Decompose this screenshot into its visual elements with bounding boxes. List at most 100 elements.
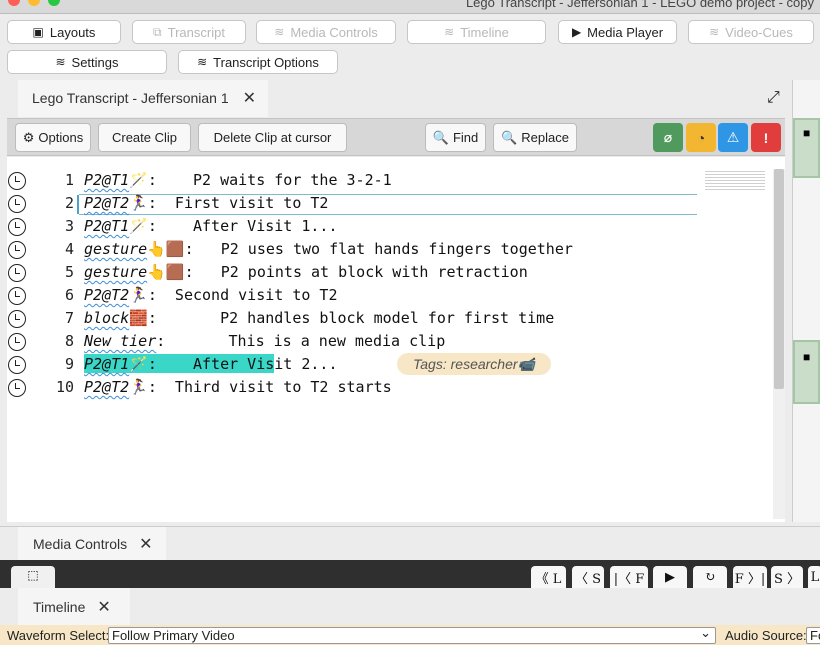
utterance-text: : First visit to T2 xyxy=(147,194,329,212)
transcript-line[interactable]: P2@T1🪄: P2 waits for the 3-2-1 xyxy=(84,171,392,189)
timestamp-clock-icon[interactable] xyxy=(8,218,26,236)
zoom-window-button[interactable] xyxy=(48,0,60,6)
skip-forward-short-button[interactable]: S 〉 xyxy=(771,566,803,588)
line-number: 7 xyxy=(64,309,74,327)
tab-lego-transcript[interactable]: Lego Transcript - Jeffersonian 1 ✕ xyxy=(18,80,268,117)
transcript-line[interactable]: P2@T1🪄: After Visit 1... xyxy=(84,217,338,235)
timestamp-clock-icon[interactable] xyxy=(8,287,26,305)
timestamp-clock-icon[interactable] xyxy=(8,241,26,259)
timestamp-clock-icon[interactable] xyxy=(8,264,26,282)
line-number: 4 xyxy=(64,240,74,258)
tab-timeline[interactable]: Timeline ✕ xyxy=(18,588,130,625)
utterance-text: : P2 uses two flat hands fingers togethe… xyxy=(184,240,573,258)
skip-back-long-button[interactable]: 《 L xyxy=(531,566,566,588)
transcript-options-label: Transcript Options xyxy=(213,54,319,70)
timestamp-clock-icon[interactable] xyxy=(8,379,26,397)
tab-title: Media Controls xyxy=(33,536,128,552)
title-bar: Lego Transcript - Jeffersonian 1 - LEGO … xyxy=(0,0,820,14)
timestamp-clock-icon[interactable] xyxy=(8,310,26,328)
camera-icon: ■ xyxy=(803,350,811,364)
frame-forward-button[interactable]: F 〉| xyxy=(733,566,767,588)
timestamp-clock-icon[interactable] xyxy=(8,195,26,213)
utterance-text: : Third visit to T2 starts xyxy=(147,378,392,396)
tier-emoji: 👆🟫 xyxy=(147,263,185,281)
maximize-icon[interactable]: ⤢ xyxy=(767,89,780,107)
transcript-line[interactable]: P2@T2🏃‍♀: Second visit to T2 xyxy=(84,286,338,304)
speaker-tier[interactable]: P2@T1 xyxy=(84,355,129,373)
transcript-icon: ⧉ xyxy=(153,24,162,39)
tab-title: Lego Transcript - Jeffersonian 1 xyxy=(32,89,229,106)
close-icon[interactable]: ✕ xyxy=(243,88,256,108)
delete-clip-button[interactable]: Delete Clip at cursor xyxy=(198,123,347,152)
minimap[interactable] xyxy=(705,169,765,191)
video-cues-button[interactable]: ≋ Video-Cues xyxy=(688,20,814,44)
audio-source-select[interactable]: Fo xyxy=(806,627,820,644)
transcript-options-button[interactable]: ≋ Transcript Options xyxy=(178,50,338,74)
options-label: Options xyxy=(38,130,84,145)
media-controls-label: Media Controls xyxy=(290,24,378,40)
waveform-select[interactable]: Follow Primary Video xyxy=(108,625,716,644)
speaker-tier[interactable]: gesture xyxy=(84,240,147,258)
media-player-button[interactable]: ▶ Media Player xyxy=(558,20,677,44)
transcript-line[interactable]: New tier: This is a new media clip xyxy=(84,332,445,350)
camera-icon: ■ xyxy=(803,126,811,140)
editor-scrollbar[interactable] xyxy=(773,169,785,519)
transcript-line[interactable]: gesture👆🟫: P2 points at block with retra… xyxy=(84,263,528,281)
line-number: 3 xyxy=(64,217,74,235)
line-number: 2 xyxy=(64,194,74,212)
transcript-line[interactable]: P2@T2🏃‍♀: Third visit to T2 starts xyxy=(84,378,392,396)
speaker-tier[interactable]: P2@T2 xyxy=(84,286,129,304)
settings-button[interactable]: ≋ Settings xyxy=(7,50,167,74)
transcript-editor[interactable]: 1 P2@T1🪄: P2 waits for the 3-2-1 2 P2@T2🏃‍♀… xyxy=(7,157,785,522)
create-clip-button[interactable]: Create Clip xyxy=(98,123,191,152)
speaker-tier[interactable]: gesture xyxy=(84,263,147,281)
transcript-line[interactable]: P2@T2🏃‍♀: First visit to T2 xyxy=(84,194,328,212)
video-cues-label: Video-Cues xyxy=(725,24,793,40)
tab-media-controls[interactable]: Media Controls ✕ xyxy=(18,527,166,561)
speaker-tier[interactable]: block xyxy=(84,309,129,327)
speaker-tier[interactable]: P2@T2 xyxy=(84,194,129,212)
transcript-line[interactable]: block🧱: P2 handles block model for first… xyxy=(84,309,554,327)
utterance-text: : P2 handles block model for first time xyxy=(147,309,555,327)
frame-back-button[interactable]: |〈 F xyxy=(610,566,648,588)
skip-back-short-button[interactable]: 〈 S xyxy=(572,566,604,588)
find-button[interactable]: 🔍 Find xyxy=(425,123,486,152)
timestamp-clock-icon[interactable] xyxy=(8,356,26,374)
scrollbar-thumb[interactable] xyxy=(774,169,784,389)
video-icon: ▶ xyxy=(571,25,582,39)
minimize-window-button[interactable] xyxy=(28,0,40,6)
find-label: Find xyxy=(452,130,479,145)
close-icon[interactable]: ✕ xyxy=(97,597,110,617)
timeline-button[interactable]: ≋ Timeline xyxy=(407,20,546,44)
transcript-button[interactable]: ⧉ Transcript xyxy=(132,20,246,44)
transcript-line[interactable]: gesture👆🟫: P2 uses two flat hands finger… xyxy=(84,240,573,258)
replace-button[interactable]: 🔍 Replace xyxy=(493,123,577,152)
tier-emoji: 🪄 xyxy=(129,171,148,189)
close-icon[interactable]: ✕ xyxy=(139,534,152,554)
media-controls-button[interactable]: ≋ Media Controls xyxy=(256,20,396,44)
speaker-tier[interactable]: New tier xyxy=(84,332,156,350)
timeline-tabbar: Timeline ✕ xyxy=(0,588,820,625)
speaker-tier[interactable]: P2@T1 xyxy=(84,217,129,235)
tag-chip[interactable]: Tags: researcher📹 xyxy=(397,353,551,375)
clock-icon[interactable]: ◔ xyxy=(686,123,716,152)
transcript-line[interactable]: P2@T1🪄: After Visit 2... xyxy=(84,355,338,373)
skip-forward-long-button[interactable]: L xyxy=(808,566,820,588)
play-button[interactable]: ▶ xyxy=(653,566,687,588)
line-number: 5 xyxy=(64,263,74,281)
layouts-button[interactable]: ▣ Layouts xyxy=(7,20,121,44)
tier-emoji: 🏃‍♀ xyxy=(129,378,148,396)
timestamp-clock-icon[interactable] xyxy=(8,172,26,190)
warning-icon[interactable]: ⚠ xyxy=(718,123,748,152)
tier-emoji: 🪄 xyxy=(129,355,148,373)
close-window-button[interactable] xyxy=(8,0,20,6)
speaker-tier[interactable]: P2@T2 xyxy=(84,378,129,396)
speaker-tier[interactable]: P2@T1 xyxy=(84,171,129,189)
snapshot-icon[interactable]: ⬚ xyxy=(11,566,55,588)
error-icon[interactable]: ! xyxy=(751,123,781,152)
loop-button[interactable]: ↻ xyxy=(693,566,727,588)
timestamp-clock-icon[interactable] xyxy=(8,333,26,351)
line-number: 1 xyxy=(64,171,74,189)
paperclip-icon[interactable]: ⌀ xyxy=(653,123,683,152)
options-button[interactable]: ⚙ Options xyxy=(15,123,91,152)
